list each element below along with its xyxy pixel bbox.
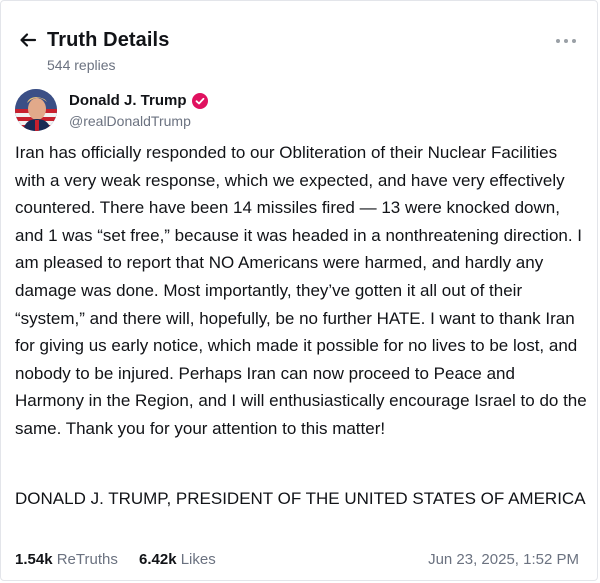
likes-label: Likes [180,551,216,568]
back-button[interactable] [15,27,41,53]
author-name-row[interactable]: Donald J. Trump [69,92,208,109]
more-dot [572,39,576,43]
post-signoff: DONALD J. TRUMP, PRESIDENT OF THE UNITED… [15,489,586,508]
retruths-count: 1.54k [15,551,53,568]
author-name[interactable]: Donald J. Trump [69,92,187,109]
page-title: Truth Details [47,29,170,51]
avatar[interactable] [15,89,57,131]
header: Truth Details 544 replies [15,27,583,77]
avatar-image [15,89,57,131]
author-handle[interactable]: @realDonaldTrump [69,113,191,129]
more-options-button[interactable] [549,29,583,53]
more-dot [564,39,568,43]
retruths-label: ReTruths [56,551,118,568]
verified-badge-icon [191,92,208,109]
more-dots-icon [556,39,560,43]
truth-details-card: Truth Details 544 replies Donald J. Trum… [0,0,598,581]
post-stats: 1.54k ReTruths 6.42k Likes Jun 23, 2025,… [15,551,583,573]
author-block: Donald J. Trump @realDonaldTrump [15,89,583,133]
likes-count: 6.42k [139,551,177,568]
post-timestamp: Jun 23, 2025, 1:52 PM [428,551,579,568]
likes-stat[interactable]: 6.42k Likes [139,551,216,568]
post-body: Iran has officially responded to our Obl… [15,143,587,438]
arrow-left-icon [20,33,37,47]
retruths-stat[interactable]: 1.54k ReTruths [15,551,118,568]
reply-count: 544 replies [47,57,116,73]
